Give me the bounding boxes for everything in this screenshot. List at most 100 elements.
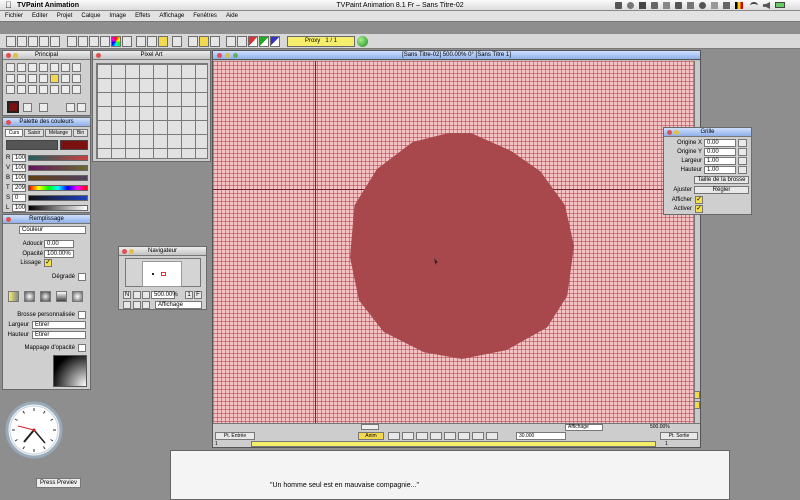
status-icon[interactable] (711, 2, 718, 9)
slider-value-v[interactable]: 100 (12, 164, 26, 172)
largeur-grid-field[interactable]: 1.00 (704, 157, 736, 165)
square-icon[interactable] (188, 36, 198, 47)
polyline-icon[interactable] (39, 63, 48, 72)
status-icon[interactable] (723, 2, 730, 9)
grid-toggle-icon[interactable] (136, 36, 146, 47)
undo-icon[interactable] (39, 36, 49, 47)
status-icon[interactable] (675, 2, 682, 9)
flag-icon[interactable] (735, 2, 743, 9)
ellipse-icon[interactable] (61, 63, 70, 72)
side-marker-b[interactable] (694, 401, 700, 409)
warp-icon[interactable] (17, 85, 26, 94)
redo-icon[interactable] (50, 36, 60, 47)
menu-calque[interactable]: Calque (81, 13, 100, 19)
volume-icon[interactable] (763, 2, 770, 9)
status-icon[interactable] (627, 2, 634, 9)
nav-one-button[interactable]: 1 (185, 291, 193, 299)
gradient-box-icon[interactable] (40, 291, 51, 302)
brosse-checkbox[interactable] (78, 311, 86, 319)
menu-fichier[interactable]: Fichier (5, 13, 23, 19)
nav-f-button[interactable]: F (194, 291, 202, 299)
fast-forward-button[interactable] (486, 432, 498, 440)
status-icon[interactable] (651, 2, 658, 9)
color-red-icon[interactable] (248, 36, 258, 47)
tab-bin[interactable]: Bin (73, 129, 88, 137)
lasso-icon[interactable] (28, 74, 37, 83)
grid-icon[interactable] (199, 36, 209, 47)
gradient-radial-icon[interactable] (24, 291, 35, 302)
status-icon[interactable] (639, 2, 646, 9)
select-ellipse-icon[interactable] (17, 74, 26, 83)
status-icon[interactable] (663, 2, 670, 9)
slider-value-r[interactable]: 100 (12, 154, 26, 162)
line-icon[interactable] (28, 63, 37, 72)
nav-mirror-button[interactable] (142, 301, 150, 309)
fx-icon[interactable] (67, 36, 77, 47)
color-green-icon[interactable] (259, 36, 269, 47)
cube-icon[interactable] (172, 36, 182, 47)
swap-color-icon[interactable] (23, 103, 32, 112)
tab-curs[interactable]: Curs (5, 129, 23, 137)
stamp-icon[interactable] (61, 85, 70, 94)
scroll-handle[interactable] (361, 424, 379, 430)
slider-l[interactable] (28, 205, 88, 211)
color-blue-icon[interactable] (270, 36, 280, 47)
hand-icon[interactable] (72, 74, 81, 83)
nav-n-button[interactable]: N (123, 291, 131, 299)
nav-zoom-field[interactable]: 500.00% (151, 291, 178, 299)
menu-image[interactable]: Image (109, 13, 126, 19)
menu-effets[interactable]: Effets (135, 13, 150, 19)
new-file-icon[interactable] (6, 36, 16, 47)
frame-icon[interactable] (147, 36, 157, 47)
rewind-button[interactable] (388, 432, 400, 440)
menu-affichage[interactable]: Affichage (159, 13, 184, 19)
rectangle-icon[interactable] (50, 63, 59, 72)
tab-melange[interactable]: Mélange (45, 129, 72, 137)
close-icon[interactable] (6, 120, 11, 125)
skull-icon[interactable] (39, 103, 48, 112)
menu-projet[interactable]: Projet (57, 13, 73, 19)
battery-icon[interactable] (775, 2, 785, 8)
open-file-icon[interactable] (17, 36, 27, 47)
origine-x-field[interactable]: 0.00 (704, 139, 736, 147)
eyedropper-icon[interactable] (61, 74, 70, 83)
fill-mode-select[interactable]: Couleur (19, 226, 86, 234)
gradient-shape-icon[interactable] (56, 291, 67, 302)
nav-flip-button[interactable] (133, 301, 141, 309)
close-icon[interactable] (122, 249, 127, 254)
view-dropdown[interactable]: Affichage (565, 424, 603, 431)
screen-icon[interactable] (226, 36, 236, 47)
color-preview-secondary[interactable] (6, 140, 58, 150)
timeline-bar[interactable] (251, 441, 656, 447)
navigator-preview[interactable] (125, 258, 201, 287)
layer-icon[interactable] (89, 36, 99, 47)
nav-plus-button[interactable] (142, 291, 150, 299)
minimize-icon[interactable] (13, 53, 18, 58)
step-forward-button[interactable] (458, 432, 470, 440)
slider-b[interactable] (28, 175, 88, 181)
brush-presets-grid[interactable] (96, 63, 208, 159)
activer-checkbox[interactable]: ✓ (695, 205, 703, 213)
adoucir-field[interactable]: 0.00 (44, 240, 74, 248)
drawing-area[interactable] (213, 61, 694, 423)
slider-value-t[interactable]: 209 (12, 184, 26, 192)
regler-button[interactable]: Régler (694, 186, 749, 194)
status-icon[interactable] (699, 2, 706, 9)
menu-editer[interactable]: Editer (32, 13, 48, 19)
sortie-label[interactable]: Pt. Sortie (660, 432, 698, 440)
apple-icon[interactable]:  (5, 0, 12, 11)
anim-toggle[interactable]: Anim (358, 432, 384, 440)
slider-r[interactable] (28, 155, 88, 161)
taille-brosse-button[interactable]: Taille de la brosse (694, 176, 749, 184)
move-icon[interactable] (72, 85, 81, 94)
side-marker-a[interactable] (694, 391, 700, 399)
view-icon[interactable] (237, 36, 247, 47)
degrade-checkbox[interactable] (78, 273, 86, 281)
save-file-icon[interactable] (28, 36, 38, 47)
zoom-icon[interactable] (78, 36, 88, 47)
display-icon[interactable] (77, 103, 86, 112)
hauteur-grid-stepper[interactable] (738, 166, 747, 174)
options-icon[interactable] (66, 103, 75, 112)
hauteur-grid-field[interactable]: 1.00 (704, 166, 736, 174)
origine-y-stepper[interactable] (738, 148, 747, 156)
